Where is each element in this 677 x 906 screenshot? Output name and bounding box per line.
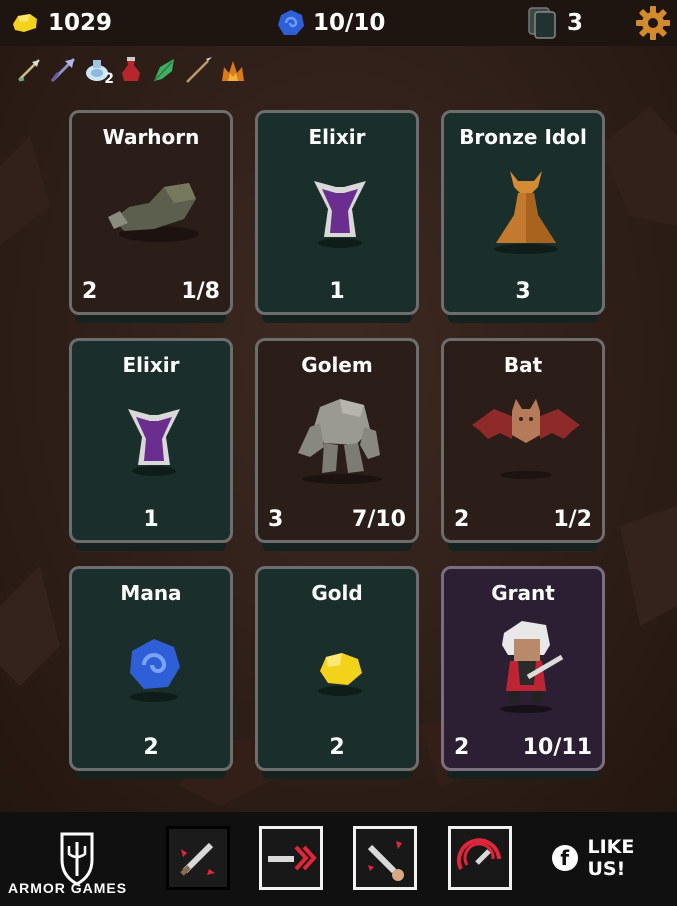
mana-counter: 10/10 bbox=[277, 0, 385, 46]
card-grant[interactable]: Grant 2 10/11 bbox=[441, 566, 605, 779]
card-name: Bronze Idol bbox=[459, 125, 587, 149]
card-progress: 7/10 bbox=[352, 507, 406, 532]
bat-icon bbox=[472, 399, 580, 479]
card-name: Mana bbox=[120, 581, 182, 605]
gold-amount: 1029 bbox=[48, 10, 113, 36]
card-progress: 1/8 bbox=[181, 279, 220, 304]
card-shadow bbox=[76, 543, 226, 551]
card-name: Elixir bbox=[308, 125, 366, 149]
frost-flask-icon[interactable]: 2 bbox=[82, 55, 114, 87]
card-shadow bbox=[262, 771, 412, 779]
card-progress: 10/11 bbox=[522, 735, 592, 760]
skill-slot-1[interactable] bbox=[166, 826, 230, 890]
hero-grant-icon bbox=[500, 621, 564, 713]
card-shadow bbox=[448, 771, 598, 779]
card-level: 2 bbox=[454, 507, 470, 532]
card-count: 1 bbox=[143, 507, 159, 532]
golem-icon bbox=[298, 399, 382, 484]
elixir-icon bbox=[128, 409, 180, 476]
skill-slot-2[interactable] bbox=[259, 826, 323, 890]
inventory-row: 2 bbox=[14, 53, 248, 87]
card-shadow bbox=[262, 315, 412, 323]
card-name: Grant bbox=[491, 581, 555, 605]
frost-flask-quantity: 2 bbox=[104, 71, 114, 87]
sword-dash-icon bbox=[268, 845, 317, 871]
card-elixir[interactable]: Elixir 1 bbox=[255, 110, 419, 323]
skill-slot-3[interactable] bbox=[353, 826, 417, 890]
card-level: 3 bbox=[268, 507, 284, 532]
mana-orb-icon bbox=[130, 639, 180, 702]
card-shadow bbox=[448, 543, 598, 551]
card-elixir[interactable]: Elixir 1 bbox=[69, 338, 233, 551]
card-name: Warhorn bbox=[102, 125, 200, 149]
green-leaf-icon[interactable] bbox=[150, 55, 180, 85]
like-us-label: LIKE US! bbox=[587, 836, 635, 880]
arrow-icon[interactable] bbox=[14, 55, 44, 85]
card-bronze-idol[interactable]: Bronze Idol 3 bbox=[441, 110, 605, 323]
card-grid: Warhorn 2 1/8 Elixir 1 Bronze Idol 3 Eli… bbox=[69, 110, 610, 779]
card-count: 2 bbox=[143, 735, 159, 760]
card-warhorn[interactable]: Warhorn 2 1/8 bbox=[69, 110, 233, 323]
gold-nugget-icon bbox=[13, 14, 37, 32]
skill-slot-4[interactable] bbox=[448, 826, 512, 890]
card-name: Elixir bbox=[122, 353, 180, 377]
card-bat[interactable]: Bat 2 1/2 bbox=[441, 338, 605, 551]
card-name: Gold bbox=[311, 581, 363, 605]
card-mana[interactable]: Mana 2 bbox=[69, 566, 233, 779]
card-shadow bbox=[76, 315, 226, 323]
gear-icon[interactable] bbox=[635, 5, 671, 41]
card-shadow bbox=[262, 543, 412, 551]
sword-hand-icon bbox=[367, 841, 404, 881]
card-level: 2 bbox=[454, 735, 470, 760]
deck-amount: 3 bbox=[567, 10, 584, 36]
spear-icon[interactable] bbox=[184, 55, 214, 85]
warhorn-icon bbox=[108, 183, 199, 242]
card-count: 1 bbox=[329, 279, 345, 304]
card-name: Golem bbox=[301, 353, 373, 377]
sword-strike-icon bbox=[180, 842, 215, 876]
bronze-idol-icon bbox=[494, 171, 558, 254]
card-count: 2 bbox=[329, 735, 345, 760]
facebook-icon: f bbox=[552, 845, 578, 871]
gold-nugget-icon bbox=[318, 653, 362, 696]
card-deck-icon bbox=[528, 7, 556, 39]
red-potion-icon[interactable] bbox=[116, 55, 146, 85]
fire-crown-icon[interactable] bbox=[218, 55, 248, 85]
crossbow-bolt-icon[interactable] bbox=[48, 55, 78, 85]
card-level: 2 bbox=[82, 279, 98, 304]
card-count: 3 bbox=[515, 279, 531, 304]
card-progress: 1/2 bbox=[553, 507, 592, 532]
gold-counter: 1029 bbox=[10, 0, 112, 46]
card-gold[interactable]: Gold 2 bbox=[255, 566, 419, 779]
elixir-icon bbox=[314, 181, 366, 248]
card-golem[interactable]: Golem 3 7/10 bbox=[255, 338, 419, 551]
mana-amount: 10/10 bbox=[313, 10, 386, 36]
card-shadow bbox=[448, 315, 598, 323]
mana-orb-icon bbox=[278, 10, 304, 35]
deck-counter[interactable]: 3 bbox=[527, 0, 583, 46]
card-name: Bat bbox=[503, 353, 543, 377]
facebook-like-button[interactable]: f LIKE US! bbox=[552, 836, 677, 880]
sword-spin-icon bbox=[457, 838, 501, 870]
card-shadow bbox=[76, 771, 226, 779]
armor-games-logo[interactable]: ARMOR GAMES bbox=[8, 880, 150, 896]
